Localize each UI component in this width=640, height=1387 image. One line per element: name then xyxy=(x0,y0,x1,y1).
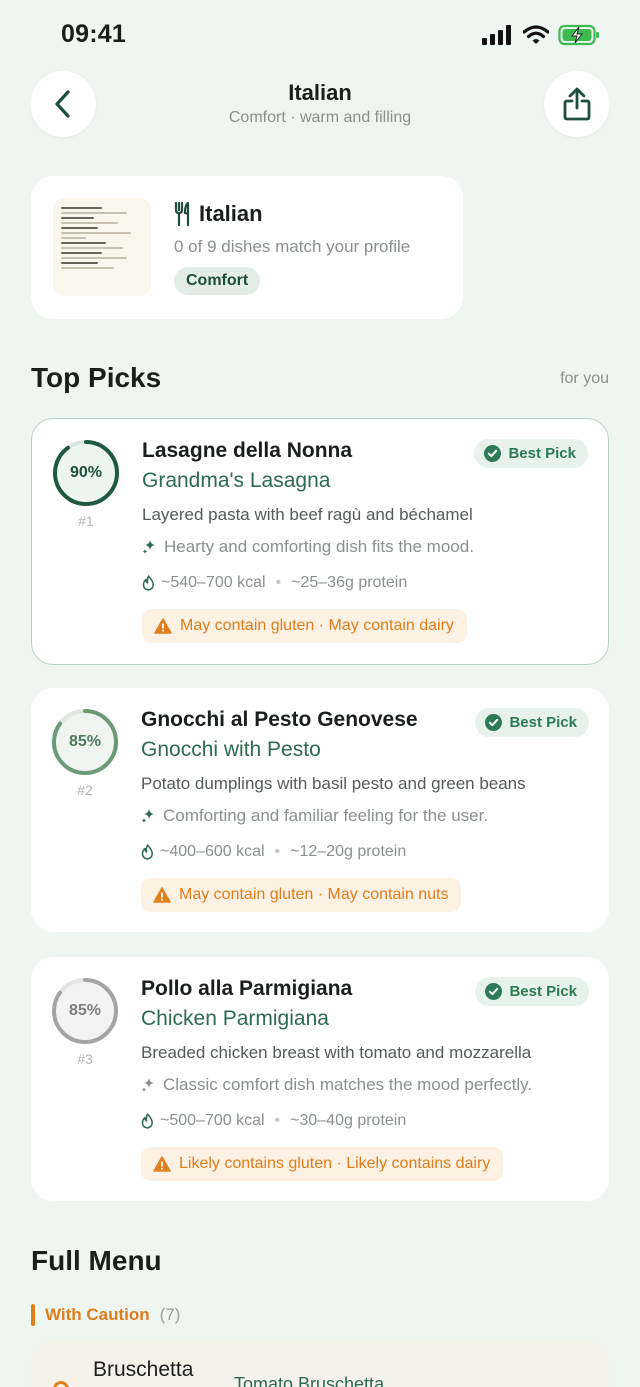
status-bar: 09:41 xyxy=(0,0,640,72)
sparkle-icon xyxy=(142,540,155,554)
share-icon xyxy=(563,87,591,121)
restaurant-name: Italian xyxy=(199,201,263,226)
pick-card[interactable]: 90% #1 Lasagne della Nonna Grandma's Las… xyxy=(31,418,609,665)
match-score: 90% xyxy=(69,464,103,481)
caution-label: With Caution xyxy=(45,1305,150,1324)
caution-indicator xyxy=(31,1304,35,1326)
fork-knife-icon xyxy=(174,202,190,226)
dish-name: Gnocchi al Pesto Genovese xyxy=(141,708,418,731)
restaurant-card[interactable]: Italian 0 of 9 dishes match your profile… xyxy=(31,176,463,319)
check-circle-icon xyxy=(485,983,503,1000)
calories: ~500–700 kcal xyxy=(160,1112,265,1129)
best-pick-label: Best Pick xyxy=(509,714,577,731)
dish-translation: Chicken Parmigiana xyxy=(141,1007,329,1030)
allergen-text: May contain gluten · May contain dairy xyxy=(180,617,454,634)
rank-label: #1 xyxy=(78,513,94,529)
best-pick-badge: Best Pick xyxy=(475,977,589,1006)
calories: ~540–700 kcal xyxy=(161,574,266,591)
protein: ~30–40g protein xyxy=(290,1112,407,1129)
flame-icon xyxy=(142,575,154,591)
best-pick-badge: Best Pick xyxy=(474,439,588,468)
dish-reason-text: Comforting and familiar feeling for the … xyxy=(163,806,489,825)
best-pick-badge: Best Pick xyxy=(475,708,589,737)
sparkle-icon xyxy=(141,809,154,823)
menu-item-translation: Tomato Bruschetta xyxy=(234,1374,385,1387)
dish-reason-text: Classic comfort dish matches the mood pe… xyxy=(163,1075,533,1094)
dish-name: Lasagne della Nonna xyxy=(142,439,353,462)
warning-icon xyxy=(154,618,172,634)
dish-description: Breaded chicken breast with tomato and m… xyxy=(141,1043,532,1062)
mood-tag: Comfort xyxy=(174,267,261,295)
caution-dot-icon xyxy=(53,1381,69,1387)
allergen-warning: May contain gluten · May contain dairy xyxy=(142,609,467,643)
match-score-ring: 85% xyxy=(51,977,119,1045)
dish-nutrition: ~500–700 kcal • ~30–40g protein xyxy=(141,1112,406,1130)
dish-reason-text: Hearty and comforting dish fits the mood… xyxy=(164,537,474,556)
dish-reason: Comforting and familiar feeling for the … xyxy=(141,806,488,826)
match-score-ring: 85% xyxy=(51,708,119,776)
warning-icon xyxy=(153,1156,171,1172)
calories: ~400–600 kcal xyxy=(160,843,265,860)
allergen-text: Likely contains gluten · Likely contains… xyxy=(179,1155,491,1172)
menu-item-name: Bruschetta xyxy=(93,1358,194,1381)
dish-description: Layered pasta with beef ragù and béchame… xyxy=(142,505,473,524)
match-score: 85% xyxy=(68,733,102,750)
dish-translation: Grandma's Lasagna xyxy=(142,469,331,492)
pick-card[interactable]: 85% #3 Pollo alla Parmigiana Chicken Par… xyxy=(31,957,609,1201)
status-time: 09:41 xyxy=(61,20,126,48)
match-score: 85% xyxy=(68,1002,102,1019)
dish-description: Potato dumplings with basil pesto and gr… xyxy=(141,774,526,793)
menu-item[interactable]: Bruschetta Tomato Bruschetta xyxy=(31,1341,609,1387)
pick-card[interactable]: 85% #2 Gnocchi al Pesto Genovese Gnocchi… xyxy=(31,688,609,932)
dish-nutrition: ~540–700 kcal • ~25–36g protein xyxy=(142,574,407,592)
match-score-ring: 90% xyxy=(52,439,120,507)
separator-dot: • xyxy=(274,1112,281,1129)
battery-charging-icon xyxy=(558,24,599,46)
share-button[interactable] xyxy=(544,71,610,137)
caution-count: (7) xyxy=(159,1305,181,1324)
flame-icon xyxy=(141,844,153,860)
separator-dot: • xyxy=(274,843,281,860)
protein: ~25–36g protein xyxy=(291,574,408,591)
check-circle-icon xyxy=(484,445,502,462)
menu-photo-thumbnail[interactable] xyxy=(53,198,151,296)
best-pick-label: Best Pick xyxy=(508,445,576,462)
status-icons xyxy=(482,24,600,46)
rank-label: #3 xyxy=(77,1051,93,1067)
check-circle-icon xyxy=(485,714,503,731)
best-pick-label: Best Pick xyxy=(509,983,577,1000)
wifi-icon xyxy=(523,25,549,44)
separator-dot: • xyxy=(275,574,282,591)
allergen-text: May contain gluten · May contain nuts xyxy=(179,886,449,903)
top-picks-heading: Top Picks xyxy=(31,362,162,393)
allergen-warning: May contain gluten · May contain nuts xyxy=(141,878,462,912)
dish-nutrition: ~400–600 kcal • ~12–20g protein xyxy=(141,843,406,861)
dish-reason: Hearty and comforting dish fits the mood… xyxy=(142,537,474,557)
warning-icon xyxy=(153,887,171,903)
match-summary: 0 of 9 dishes match your profile xyxy=(174,237,411,256)
dish-reason: Classic comfort dish matches the mood pe… xyxy=(141,1075,532,1095)
rank-label: #2 xyxy=(77,782,93,798)
signal-icon xyxy=(482,25,511,45)
top-picks-caption: for you xyxy=(560,370,609,387)
dish-name: Pollo alla Parmigiana xyxy=(141,977,353,1000)
allergen-warning: Likely contains gluten · Likely contains… xyxy=(141,1147,504,1181)
dish-translation: Gnocchi with Pesto xyxy=(141,738,321,761)
sparkle-icon xyxy=(141,1078,154,1092)
caution-group-header[interactable]: With Caution (7) xyxy=(31,1304,180,1326)
flame-icon xyxy=(141,1113,153,1129)
protein: ~12–20g protein xyxy=(290,843,407,860)
full-menu-heading: Full Menu xyxy=(31,1245,162,1276)
